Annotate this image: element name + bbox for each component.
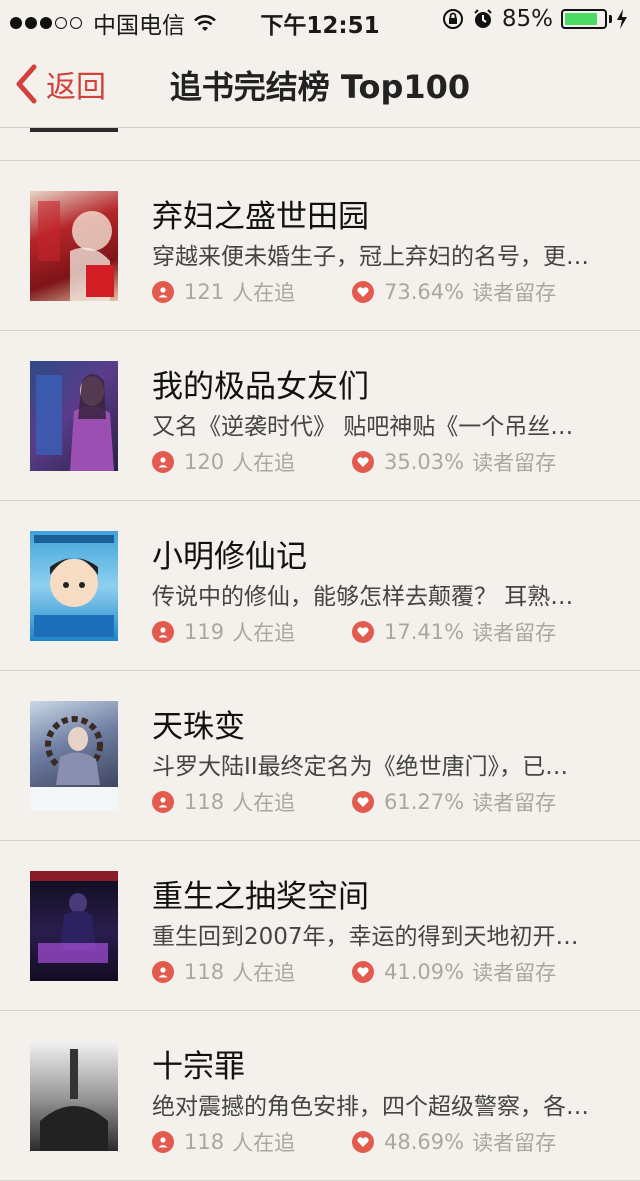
book-row[interactable]: 弃妇之盛世田园 穿越来便未婚生子，冠上弃妇的名号，更… 121 人在追 73.6… — [0, 161, 640, 331]
followers-stat: 118 人在追 — [152, 787, 295, 817]
previous-cover-edge — [30, 128, 118, 132]
book-description: 又名《逆袭时代》 贴吧神贴《一个吊丝… — [152, 414, 574, 440]
retention-stat: 48.69% 读者留存 — [352, 1127, 556, 1157]
charging-bolt-icon — [617, 9, 627, 29]
person-icon — [152, 621, 174, 643]
retention-rate: 73.64% — [384, 280, 465, 304]
book-description: 穿越来便未婚生子，冠上弃妇的名号，更… — [152, 244, 589, 270]
retention-stat: 35.03% 读者留存 — [352, 447, 556, 477]
book-title: 小明修仙记 — [152, 539, 307, 575]
heart-icon — [352, 961, 374, 983]
followers-label: 人在追 — [232, 961, 296, 985]
book-cover[interactable] — [30, 191, 118, 301]
retention-stat: 73.64% 读者留存 — [352, 277, 556, 307]
book-description: 绝对震撼的角色安排，四个超级警察，各… — [152, 1094, 589, 1120]
retention-label: 读者留存 — [472, 791, 557, 815]
retention-rate: 35.03% — [384, 450, 465, 474]
book-cover[interactable] — [30, 531, 118, 641]
book-description: 重生回到2007年，幸运的得到天地初开… — [152, 924, 579, 950]
rotation-lock-icon — [442, 9, 463, 29]
book-row[interactable]: 天珠变 斗罗大陆II最终定名为《绝世唐门》，已… 118 人在追 61.27% … — [0, 671, 640, 841]
followers-stat: 119 人在追 — [152, 617, 295, 647]
heart-icon — [352, 1131, 374, 1153]
book-row[interactable]: 十宗罪 绝对震撼的角色安排，四个超级警察，各… 118 人在追 48.69% 读… — [0, 1011, 640, 1181]
cover-art — [34, 535, 114, 637]
book-title: 天珠变 — [152, 709, 245, 745]
book-row[interactable]: 重生之抽奖空间 重生回到2007年，幸运的得到天地初开… 118 人在追 41.… — [0, 841, 640, 1011]
retention-stat: 61.27% 读者留存 — [352, 787, 556, 817]
heart-icon — [352, 621, 374, 643]
cover-art — [40, 1049, 108, 1151]
book-title: 十宗罪 — [152, 1049, 245, 1085]
followers-stat: 118 人在追 — [152, 1127, 295, 1157]
followers-count: 120 — [184, 450, 225, 474]
status-right: 85% — [434, 6, 628, 32]
battery-tip — [609, 15, 612, 23]
book-description: 斗罗大陆II最终定名为《绝世唐门》，已… — [152, 754, 569, 780]
book-cover[interactable] — [30, 871, 118, 981]
book-title: 重生之抽奖空间 — [152, 879, 369, 915]
book-row[interactable]: 小明修仙记 传说中的修仙，能够怎样去颠覆？ 耳熟… 119 人在追 17.41%… — [0, 501, 640, 671]
previous-item-stub — [0, 128, 640, 161]
book-row[interactable]: 我的极品女友们 又名《逆袭时代》 贴吧神贴《一个吊丝… 120 人在追 35.0… — [0, 331, 640, 501]
followers-count: 118 — [184, 1130, 225, 1154]
followers-count: 119 — [184, 620, 225, 644]
followers-label: 人在追 — [232, 621, 296, 645]
cover-art — [36, 374, 114, 471]
status-bar: 中国电信 下午12:51 85% — [0, 0, 640, 40]
retention-label: 读者留存 — [472, 621, 557, 645]
book-description: 传说中的修仙，能够怎样去颠覆？ 耳熟… — [152, 584, 574, 610]
battery-icon — [561, 9, 607, 29]
book-cover[interactable] — [30, 701, 118, 811]
retention-rate: 41.09% — [384, 960, 465, 984]
retention-label: 读者留存 — [472, 281, 557, 305]
person-icon — [152, 281, 174, 303]
navigation-bar: 返回 追书完结榜 Top100 — [0, 40, 640, 128]
heart-icon — [352, 451, 374, 473]
followers-label: 人在追 — [232, 451, 296, 475]
alarm-icon — [474, 9, 492, 28]
page-title: 追书完结榜 Top100 — [169, 68, 471, 106]
person-icon — [152, 791, 174, 813]
retention-label: 读者留存 — [472, 961, 557, 985]
person-icon — [152, 1131, 174, 1153]
book-list[interactable]: 弃妇之盛世田园 穿越来便未婚生子，冠上弃妇的名号，更… 121 人在追 73.6… — [0, 128, 640, 1181]
cover-art — [38, 201, 114, 301]
cover-art — [30, 871, 118, 963]
followers-count: 118 — [184, 790, 225, 814]
book-cover[interactable] — [30, 361, 118, 471]
retention-label: 读者留存 — [472, 1131, 557, 1155]
followers-stat: 118 人在追 — [152, 957, 295, 987]
book-cover[interactable] — [30, 1041, 118, 1151]
followers-label: 人在追 — [232, 791, 296, 815]
followers-stat: 121 人在追 — [152, 277, 295, 307]
person-icon — [152, 451, 174, 473]
followers-label: 人在追 — [232, 281, 296, 305]
battery-percent: 85% — [501, 6, 553, 32]
retention-rate: 17.41% — [384, 620, 465, 644]
retention-rate: 48.69% — [384, 1130, 465, 1154]
followers-label: 人在追 — [232, 1131, 296, 1155]
person-icon — [152, 961, 174, 983]
battery-fill — [565, 13, 598, 25]
followers-count: 118 — [184, 960, 225, 984]
heart-icon — [352, 281, 374, 303]
heart-icon — [352, 791, 374, 813]
book-title: 我的极品女友们 — [152, 369, 369, 405]
cover-art — [30, 716, 118, 811]
followers-count: 121 — [184, 280, 225, 304]
book-title: 弃妇之盛世田园 — [152, 199, 369, 235]
retention-stat: 17.41% 读者留存 — [352, 617, 556, 647]
retention-rate: 61.27% — [384, 790, 465, 814]
retention-label: 读者留存 — [472, 451, 557, 475]
retention-stat: 41.09% 读者留存 — [352, 957, 556, 987]
followers-stat: 120 人在追 — [152, 447, 295, 477]
